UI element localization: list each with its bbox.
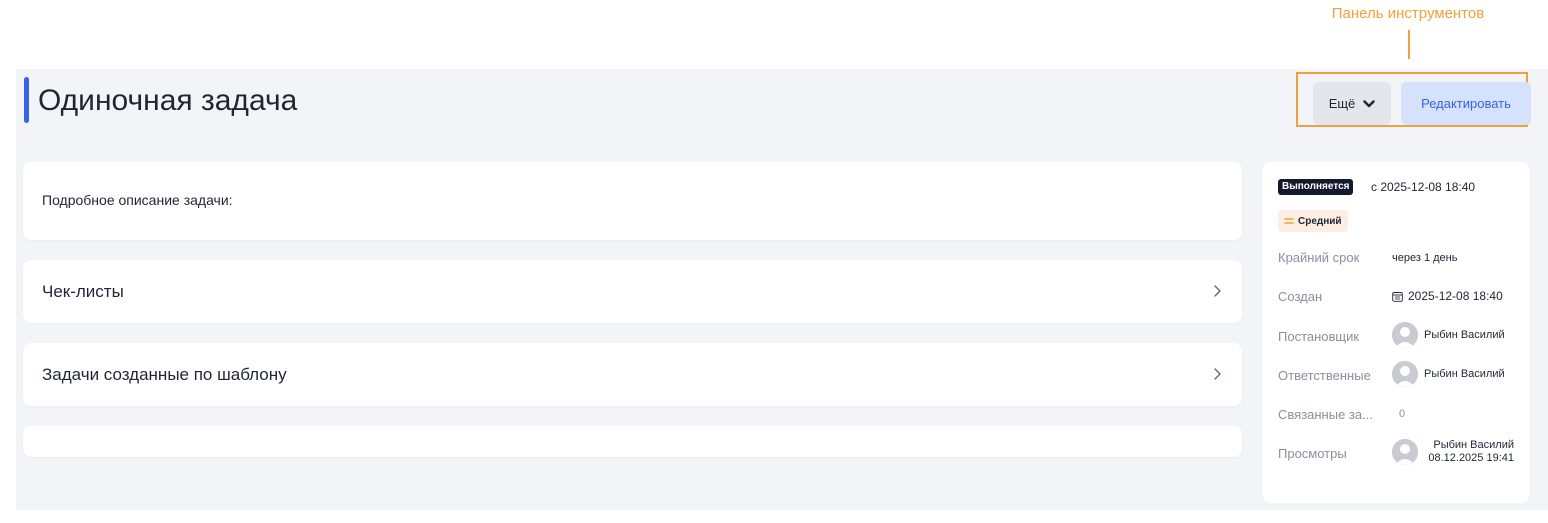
avatar-icon bbox=[1392, 322, 1418, 348]
template-tasks-title: Задачи созданные по шаблону bbox=[42, 365, 287, 384]
template-tasks-section[interactable]: Задачи созданные по шаблону bbox=[23, 343, 1242, 406]
views-name: Рыбин Василий bbox=[1433, 439, 1514, 451]
avatar[interactable] bbox=[1392, 322, 1418, 348]
related-tasks-label: Связанные за... bbox=[1278, 407, 1373, 422]
priority-medium-icon bbox=[1284, 218, 1294, 224]
checklists-section[interactable]: Чек-листы bbox=[23, 260, 1242, 323]
related-tasks-count[interactable]: 0 bbox=[1399, 408, 1405, 420]
responsible-name[interactable]: Рыбин Василий bbox=[1424, 368, 1505, 380]
empty-section-card bbox=[23, 426, 1242, 457]
views-label: Просмотры bbox=[1278, 446, 1347, 461]
deadline-value[interactable]: через 1 день bbox=[1392, 252, 1457, 264]
calendar-icon bbox=[1392, 292, 1403, 302]
views-time: 08.12.2025 19:41 bbox=[1428, 452, 1514, 464]
avatar[interactable] bbox=[1392, 361, 1418, 387]
created-value: 2025-12-08 18:40 bbox=[1408, 289, 1503, 303]
toolbar-annotation-line bbox=[1408, 30, 1410, 59]
toolbar: Ещё Редактировать bbox=[1296, 72, 1531, 127]
toolbar-annotation-label: Панель инструментов bbox=[1331, 5, 1485, 22]
more-button-label: Ещё bbox=[1328, 96, 1356, 111]
description-card: Подробное описание задачи: bbox=[23, 162, 1242, 240]
task-page: Одиночная задача Ещё Редактировать Подро… bbox=[16, 69, 1548, 510]
checklists-title: Чек-листы bbox=[42, 282, 124, 301]
priority-label: Средний bbox=[1298, 215, 1342, 227]
avatar-icon bbox=[1392, 439, 1418, 465]
task-details-panel: Выполняется с 2025-12-08 18:40 Средний К… bbox=[1263, 162, 1529, 503]
status-badge: Выполняется bbox=[1278, 179, 1354, 195]
views-entry: Рыбин Василий 08.12.2025 19:41 bbox=[1424, 439, 1514, 465]
page-title: Одиночная задача bbox=[38, 84, 298, 117]
avatar-icon bbox=[1392, 361, 1418, 387]
status-since: с 2025-12-08 18:40 bbox=[1371, 180, 1476, 194]
avatar[interactable] bbox=[1392, 439, 1418, 465]
chevron-down-icon bbox=[1363, 99, 1375, 107]
title-accent-bar bbox=[24, 77, 29, 123]
chevron-right-icon bbox=[1214, 285, 1221, 297]
created-label: Создан bbox=[1278, 289, 1323, 304]
more-button[interactable]: Ещё bbox=[1313, 82, 1391, 125]
chevron-right-icon bbox=[1214, 368, 1221, 380]
priority-badge[interactable]: Средний bbox=[1278, 210, 1348, 232]
edit-button[interactable]: Редактировать bbox=[1401, 82, 1531, 125]
deadline-label: Крайний срок bbox=[1278, 250, 1360, 265]
description-label: Подробное описание задачи: bbox=[42, 192, 233, 208]
responsible-label: Ответственные bbox=[1278, 368, 1371, 383]
author-label: Постановщик bbox=[1278, 329, 1360, 344]
author-name[interactable]: Рыбин Василий bbox=[1424, 329, 1505, 341]
